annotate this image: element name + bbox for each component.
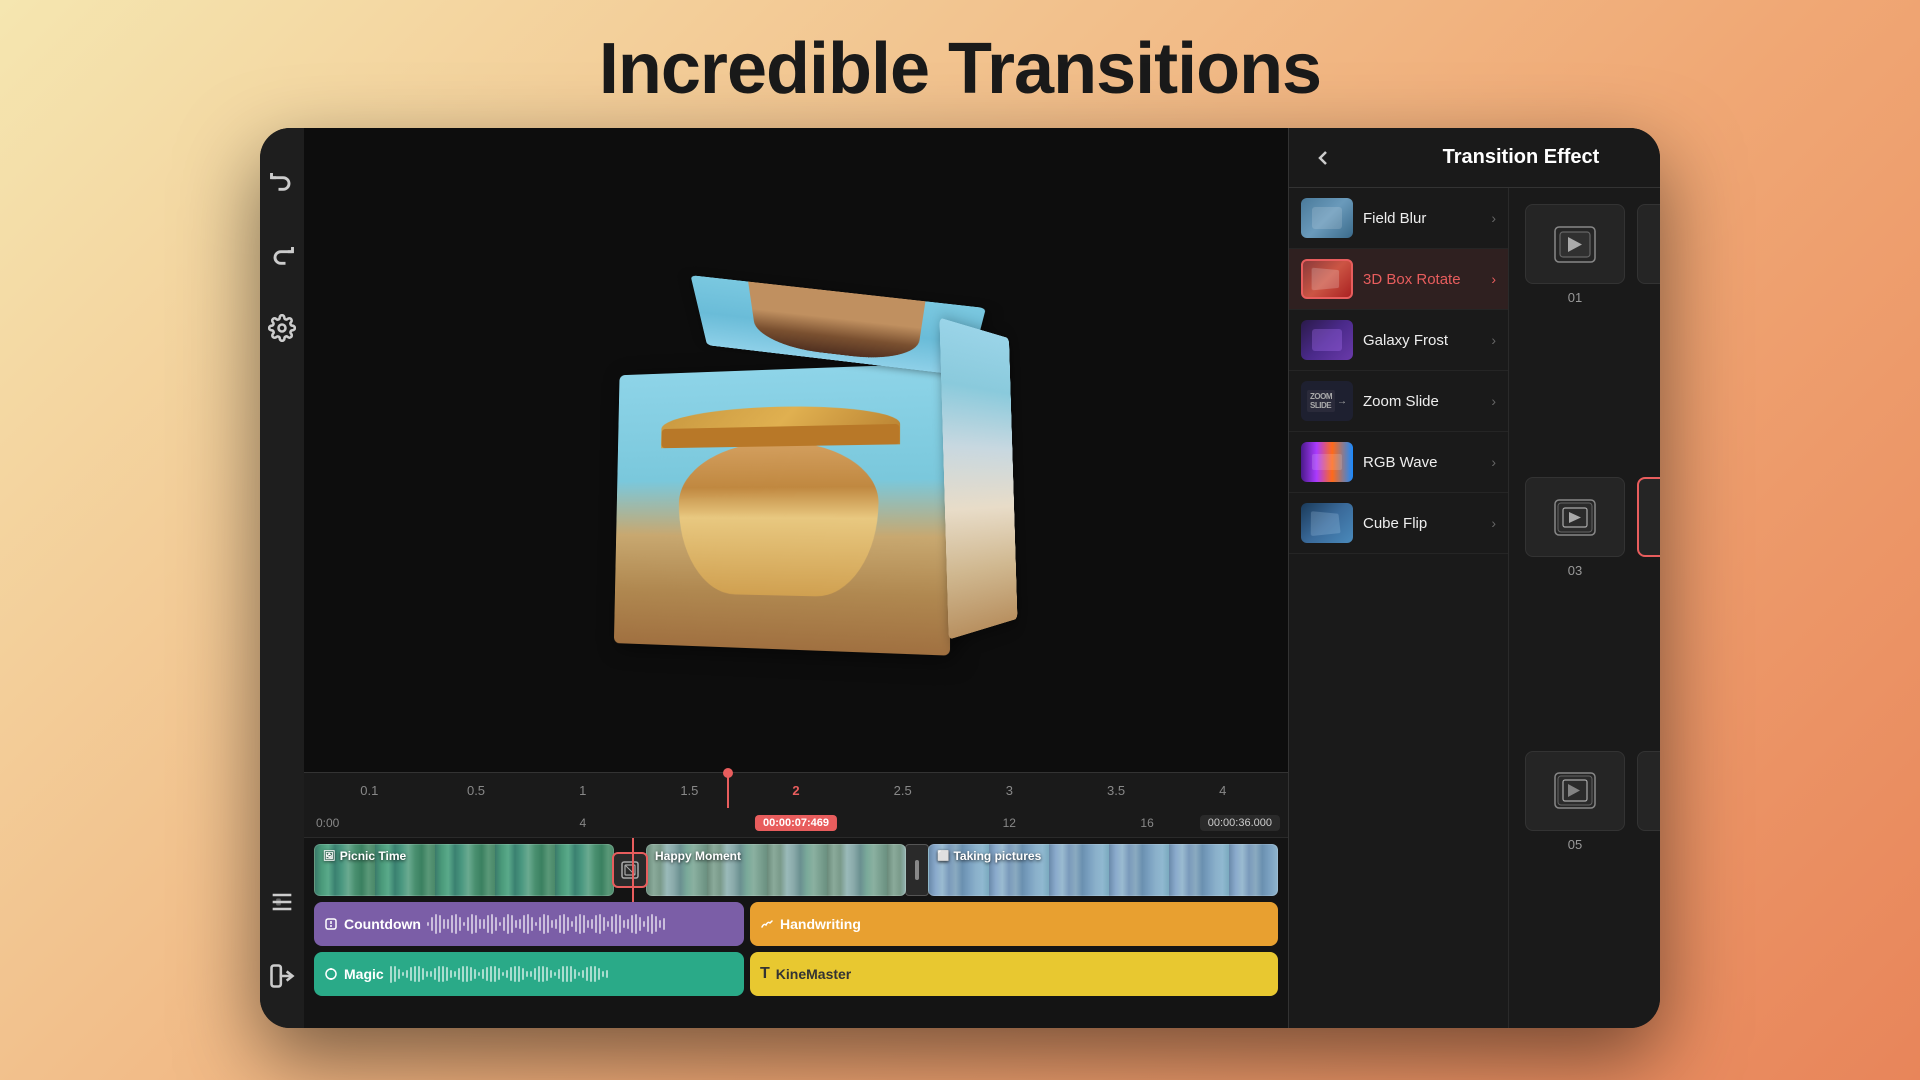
cube-flip-thumbnail	[1301, 503, 1353, 543]
variant-02-thumb	[1637, 204, 1660, 284]
ruler-mark-01: 0.1	[316, 783, 423, 798]
timeline-playhead	[632, 838, 634, 902]
redo-button[interactable]	[260, 232, 304, 276]
ruler-mark-25: 2.5	[849, 783, 956, 798]
kinemaster-label: T KineMaster	[760, 965, 851, 983]
ruler-mark-35: 3.5	[1063, 783, 1170, 798]
export-button[interactable]	[260, 954, 304, 998]
handwriting-label: Handwriting	[760, 916, 861, 932]
ruler-mark-4: 4	[1169, 783, 1276, 798]
effect-list: Field Blur › 3D Box Rotate › Galax	[1289, 188, 1509, 1028]
back-button[interactable]	[1305, 140, 1341, 176]
audio-tracks-row-1: Countdown document.write(Array.from({len…	[304, 902, 1288, 946]
timeline-area: 0:00 4 00:00:07:469 12 16 00:00:36.000 🖼…	[304, 808, 1288, 1028]
preview-playhead	[727, 773, 729, 808]
variant-04-thumb: ✓	[1637, 477, 1660, 557]
effect-item-field-blur[interactable]: Field Blur ›	[1289, 188, 1508, 249]
divider-marker[interactable]	[905, 844, 929, 896]
zoom-slide-thumbnail: ZOOMSLIDE →	[1301, 381, 1353, 421]
time-16: 16	[1140, 816, 1153, 830]
box-rotate-chevron: ›	[1491, 271, 1496, 287]
effect-item-cube-flip[interactable]: Cube Flip ›	[1289, 493, 1508, 554]
video-track-row: 🖼 Picnic Time Happy Moment	[304, 838, 1288, 902]
handwriting-track[interactable]: Handwriting	[750, 902, 1278, 946]
clip-happy-label: Happy Moment	[655, 849, 741, 863]
zoom-slide-name: Zoom Slide	[1363, 393, 1481, 410]
preview-area: 0.1 0.5 1 1.5 2 2.5 3 3.5 4	[304, 128, 1288, 808]
variant-05-thumb	[1525, 751, 1625, 831]
layers-button[interactable]	[260, 880, 304, 924]
right-panel: Transition Effect Field Blur ›	[1288, 128, 1660, 1028]
magic-track[interactable]: Magic document.write(Array.from({length:…	[314, 952, 744, 996]
variant-03-thumb	[1525, 477, 1625, 557]
main-content: 0.1 0.5 1 1.5 2 2.5 3 3.5 4	[304, 128, 1288, 1028]
current-time-badge: 00:00:07:469	[755, 815, 837, 831]
box-rotate-name: 3D Box Rotate	[1363, 271, 1481, 288]
effect-variant-grid: 01 02	[1509, 188, 1660, 1028]
clip-happy-moment[interactable]: Happy Moment	[646, 844, 906, 896]
field-blur-thumbnail	[1301, 198, 1353, 238]
variant-06-thumb	[1637, 751, 1660, 831]
cube-flip-chevron: ›	[1491, 515, 1496, 531]
clip-taking-label: ⬜ Taking pictures	[937, 849, 1041, 863]
effect-item-rgb-wave[interactable]: RGB Wave ›	[1289, 432, 1508, 493]
ruler-mark-3: 3	[956, 783, 1063, 798]
effect-variant-06[interactable]: 06	[1637, 751, 1660, 1012]
panel-header: Transition Effect	[1289, 128, 1660, 188]
field-blur-chevron: ›	[1491, 210, 1496, 226]
time-start: 0:00	[316, 816, 339, 830]
field-blur-name: Field Blur	[1363, 210, 1481, 227]
variant-03-label: 03	[1568, 563, 1582, 578]
kinemaster-track[interactable]: T KineMaster	[750, 952, 1278, 996]
timeline-ruler: 0.1 0.5 1 1.5 2 2.5 3 3.5 4	[304, 772, 1288, 808]
effect-variant-02[interactable]: 02	[1637, 204, 1660, 465]
cube-face-right	[939, 318, 1017, 640]
box-rotate-thumbnail	[1301, 259, 1353, 299]
effect-item-zoom-slide[interactable]: ZOOMSLIDE → Zoom Slide ›	[1289, 371, 1508, 432]
settings-button[interactable]	[260, 306, 304, 350]
audio-tracks-row-2: Magic document.write(Array.from({length:…	[304, 946, 1288, 996]
countdown-label: Countdown	[324, 916, 421, 932]
rgb-wave-name: RGB Wave	[1363, 454, 1481, 471]
effect-item-3d-box[interactable]: 3D Box Rotate ›	[1289, 249, 1508, 310]
total-time-badge: 00:00:36.000	[1200, 815, 1280, 831]
magic-label: Magic	[324, 966, 384, 982]
zoom-slide-chevron: ›	[1491, 393, 1496, 409]
clip-picnic-time[interactable]: 🖼 Picnic Time	[314, 844, 614, 896]
variant-01-thumb	[1525, 204, 1625, 284]
effect-item-galaxy[interactable]: Galaxy Frost ›	[1289, 310, 1508, 371]
variant-01-label: 01	[1568, 290, 1582, 305]
panel-title: Transition Effect	[1353, 146, 1660, 169]
page-title: Incredible Transitions	[599, 28, 1321, 110]
effect-variant-04[interactable]: ✓ 04	[1637, 477, 1660, 738]
variant-05-label: 05	[1568, 837, 1582, 852]
galaxy-name: Galaxy Frost	[1363, 332, 1481, 349]
rgb-wave-chevron: ›	[1491, 454, 1496, 470]
playhead-dot	[723, 768, 733, 778]
time-4: 4	[580, 816, 587, 830]
countdown-track[interactable]: Countdown document.write(Array.from({len…	[314, 902, 744, 946]
device-frame: 0.1 0.5 1 1.5 2 2.5 3 3.5 4	[260, 128, 1660, 1028]
left-toolbar	[260, 128, 304, 1028]
timeline-header: 0:00 4 00:00:07:469 12 16 00:00:36.000	[304, 808, 1288, 838]
preview-visual	[516, 268, 1076, 668]
effect-variant-05[interactable]: 05	[1525, 751, 1625, 1012]
effect-variant-01[interactable]: 01	[1525, 204, 1625, 465]
effect-variant-03[interactable]: 03	[1525, 477, 1625, 738]
clip-taking-pictures[interactable]: ⬜ Taking pictures	[928, 844, 1278, 896]
panel-content: Field Blur › 3D Box Rotate › Galax	[1289, 188, 1660, 1028]
transition-marker-1[interactable]	[612, 852, 648, 888]
clip-picnic-label: 🖼 Picnic Time	[323, 849, 406, 863]
time-12: 12	[1003, 816, 1016, 830]
galaxy-thumbnail	[1301, 320, 1353, 360]
ruler-mark-05: 0.5	[423, 783, 530, 798]
galaxy-chevron: ›	[1491, 332, 1496, 348]
ruler-mark-2: 2	[743, 783, 850, 798]
cube-face-main	[614, 363, 950, 656]
rgb-thumbnail	[1301, 442, 1353, 482]
cube-flip-name: Cube Flip	[1363, 515, 1481, 532]
ruler-mark-1: 1	[529, 783, 636, 798]
undo-button[interactable]	[260, 158, 304, 202]
